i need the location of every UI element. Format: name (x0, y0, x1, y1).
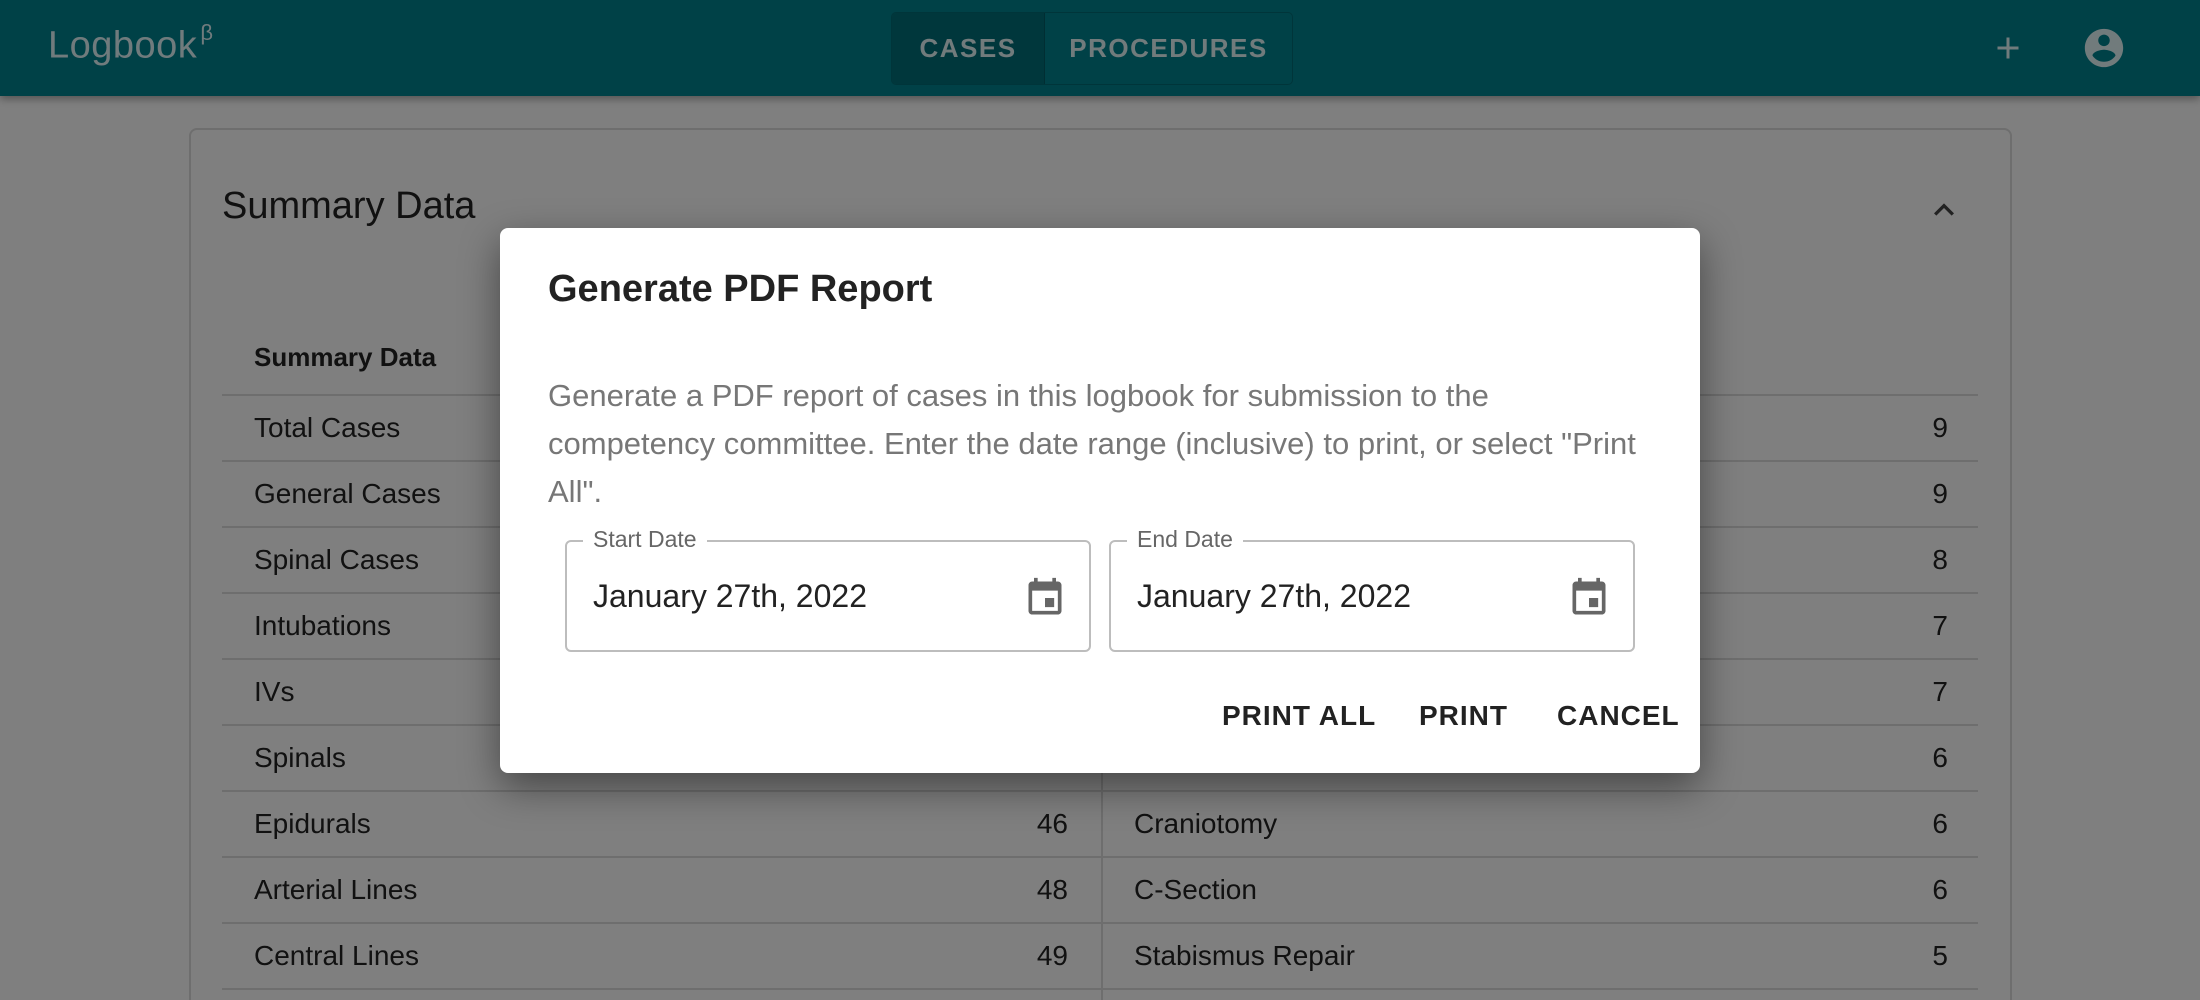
pdf-report-dialog: Generate PDF Report Generate a PDF repor… (500, 228, 1700, 773)
end-date-field[interactable]: End Date January 27th, 2022 (1109, 526, 1635, 652)
cancel-button[interactable]: CANCEL (1557, 700, 1680, 732)
dialog-description: Generate a PDF report of cases in this l… (548, 378, 1636, 509)
dialog-title: Generate PDF Report (548, 268, 933, 310)
calendar-icon[interactable] (1567, 574, 1611, 622)
end-date-value[interactable]: January 27th, 2022 (1137, 578, 1411, 615)
start-date-field[interactable]: Start Date January 27th, 2022 (565, 526, 1091, 652)
start-date-value[interactable]: January 27th, 2022 (593, 578, 867, 615)
end-date-label: End Date (1127, 526, 1243, 553)
start-date-label: Start Date (583, 526, 707, 553)
calendar-icon[interactable] (1023, 574, 1067, 622)
print-button[interactable]: PRINT (1419, 700, 1508, 732)
print-all-button[interactable]: PRINT ALL (1222, 700, 1376, 732)
